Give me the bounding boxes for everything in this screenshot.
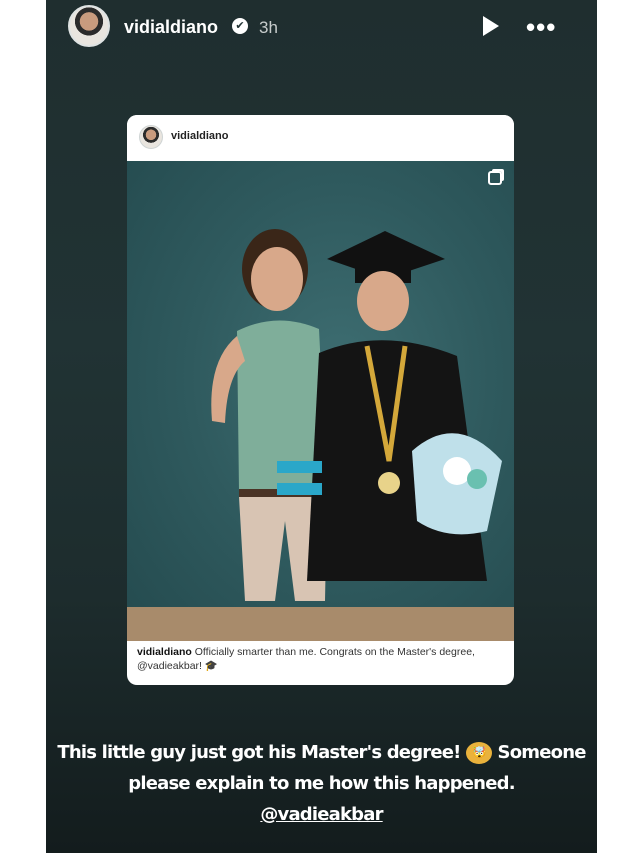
story-viewer: vidialdiano ✔ 3h ••• vidialdiano vidiald… bbox=[46, 0, 597, 853]
mention-link[interactable]: @vadieakbar bbox=[260, 804, 383, 825]
photo-illustration bbox=[211, 229, 502, 601]
reposted-post-card[interactable]: vidialdiano vidialdiano Officially smart… bbox=[127, 115, 514, 685]
story-username[interactable]: vidialdiano bbox=[124, 17, 218, 38]
story-text-overlay: This little guy just got his Master's de… bbox=[46, 737, 597, 830]
post-username[interactable]: vidialdiano bbox=[171, 130, 228, 142]
story-timestamp: 3h bbox=[259, 18, 278, 37]
post-photo[interactable] bbox=[127, 161, 514, 641]
post-header: vidialdiano bbox=[127, 115, 514, 159]
story-text-line-1: This little guy just got his Master's de… bbox=[46, 737, 597, 768]
more-icon[interactable]: ••• bbox=[526, 12, 556, 43]
caption-username[interactable]: vidialdiano bbox=[137, 646, 192, 658]
story-text-part-1: This little guy just got his Master's de… bbox=[57, 742, 461, 763]
verified-badge-icon: ✔ bbox=[232, 18, 248, 34]
avatar[interactable] bbox=[68, 5, 110, 47]
post-avatar[interactable] bbox=[139, 125, 163, 149]
mind-blown-emoji-icon: 🤯 bbox=[466, 742, 493, 764]
story-header: vidialdiano ✔ 3h ••• bbox=[46, 0, 597, 56]
story-text-line-2: please explain to me how this happened. bbox=[128, 773, 515, 794]
play-icon[interactable] bbox=[483, 16, 499, 36]
post-caption: vidialdiano Officially smarter than me. … bbox=[137, 645, 507, 673]
story-text-part-2: Someone bbox=[497, 742, 587, 763]
